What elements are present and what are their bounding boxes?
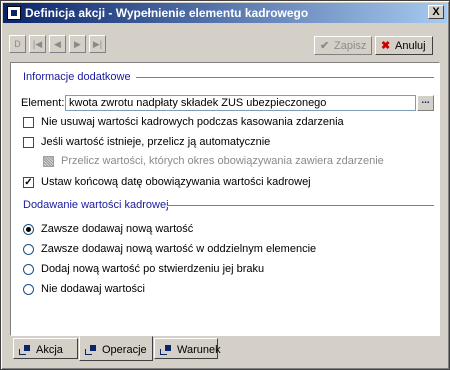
keep-values-label: Nie usuwaj wartości kadrowych podczas ka… <box>41 116 344 128</box>
element-field[interactable] <box>65 95 416 111</box>
always-add-radio[interactable] <box>23 224 34 235</box>
checkmark-icon: ✓ <box>24 177 33 188</box>
action-icon <box>160 345 172 355</box>
do-not-add-radio[interactable] <box>23 284 34 295</box>
prev-page-button[interactable]: |◀ <box>29 35 46 53</box>
tab-operacje-label: Operacje <box>102 344 147 356</box>
recalculate-period-label: Przelicz wartości, których okres obowiąz… <box>61 155 384 167</box>
check-icon: ✔ <box>320 40 330 52</box>
recalculate-checkbox[interactable] <box>23 137 34 148</box>
cancel-button-label: Anuluj <box>395 40 426 52</box>
tab-warunek[interactable]: Warunek <box>154 338 221 359</box>
add-section-divider <box>167 205 434 207</box>
dialog-window: Definicja akcji - Wypełnienie elementu k… <box>0 0 450 370</box>
close-button[interactable]: X <box>428 5 444 19</box>
action-icon <box>19 345 31 355</box>
first-record-button[interactable]: D <box>9 35 26 53</box>
recalculate-period-checkbox[interactable] <box>43 156 54 167</box>
always-add-separate-label: Zawsze dodawaj nową wartość w oddzielnym… <box>41 243 317 255</box>
tab-operacje[interactable]: Operacje <box>79 336 153 361</box>
window-title: Definicja akcji - Wypełnienie elementu k… <box>25 6 309 20</box>
keep-values-checkbox[interactable] <box>23 117 34 128</box>
add-if-missing-label: Dodaj nową wartość po stwierdzeniu jej b… <box>41 263 265 275</box>
save-button-label: Zapisz <box>334 40 367 52</box>
recalculate-label: Jeśli wartość istnieje, przelicz ją auto… <box>41 136 271 148</box>
add-if-missing-radio[interactable] <box>23 264 34 275</box>
save-button[interactable]: ✔ Zapisz <box>314 36 372 55</box>
tab-akcja[interactable]: Akcja <box>13 338 78 359</box>
tab-akcja-label: Akcja <box>36 344 63 356</box>
prev-record-button[interactable]: ◀ <box>49 35 66 53</box>
add-section-title: Dodawanie wartości kadrowej <box>23 199 169 211</box>
cancel-button[interactable]: ✖ Anuluj <box>375 36 433 55</box>
set-end-date-label: Ustaw końcową datę obowiązywania wartośc… <box>41 176 311 188</box>
element-label: Element: <box>21 97 65 109</box>
info-section-divider <box>136 77 434 79</box>
next-record-button[interactable]: ▶ <box>69 35 86 53</box>
do-not-add-label: Nie dodawaj wartości <box>41 283 145 295</box>
always-add-separate-radio[interactable] <box>23 244 34 255</box>
operations-panel: Informacje dodatkowe Element: ... Nie us… <box>10 62 440 336</box>
last-record-button[interactable]: ▶| <box>89 35 106 53</box>
title-bar[interactable]: Definicja akcji - Wypełnienie elementu k… <box>3 3 447 23</box>
app-icon <box>7 6 21 20</box>
x-icon: ✖ <box>381 40 391 52</box>
tab-warunek-label: Warunek <box>177 344 221 356</box>
action-icon <box>85 345 97 355</box>
always-add-label: Zawsze dodawaj nową wartość <box>41 223 194 235</box>
browse-element-button[interactable]: ... <box>417 95 434 111</box>
info-section-title: Informacje dodatkowe <box>23 71 131 83</box>
set-end-date-checkbox[interactable]: ✓ <box>23 177 34 188</box>
